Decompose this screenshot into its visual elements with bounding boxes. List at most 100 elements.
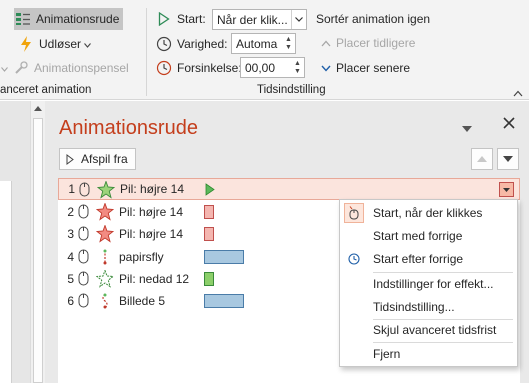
chevron-down-icon[interactable] <box>291 10 306 29</box>
item-number: 1 <box>68 182 75 196</box>
triangle-down-icon <box>503 187 510 192</box>
menu-item-label: Start, når der klikkes <box>373 206 483 220</box>
advanced-animation-group-label: anceret animation <box>0 84 92 96</box>
move-up-button[interactable] <box>471 148 493 170</box>
reorder-title: Sortér animation igen <box>316 8 430 30</box>
item-name: Pil: højre 14 <box>119 227 184 241</box>
delay-clock-icon <box>155 59 173 77</box>
timeline-bar[interactable] <box>204 205 214 219</box>
spin-arrows-icon[interactable]: ▲ ▼ <box>291 58 304 77</box>
move-earlier-button[interactable]: Placer tidligere <box>320 32 415 54</box>
menu-item-start-with-previous[interactable]: Start med forrige <box>340 225 517 247</box>
menu-item-effect-options[interactable]: Indstillinger for effekt... <box>340 273 517 295</box>
mouse-icon <box>78 204 89 219</box>
menu-item-label: Start efter forrige <box>373 252 464 266</box>
menu-item-label: Fjern <box>373 347 401 361</box>
item-dropdown-button[interactable] <box>499 182 514 197</box>
mouse-icon <box>79 182 90 197</box>
triangle-up-icon <box>477 156 487 162</box>
delay-label-row: Forsinkelse: <box>155 57 242 79</box>
move-earlier-label: Placer tidligere <box>336 36 416 50</box>
clock-icon <box>344 249 364 269</box>
move-later-label: Placer senere <box>336 61 411 75</box>
play-icon <box>66 153 74 165</box>
play-marker-icon <box>205 183 215 196</box>
reorder-title-label: Sortér animation igen <box>316 12 431 26</box>
exit-star-icon <box>96 225 114 243</box>
trigger-label: Udløser <box>39 37 82 51</box>
item-name: papirsfly <box>119 250 164 264</box>
menu-item-start-after-previous[interactable]: Start efter forrige <box>340 248 517 270</box>
timeline-bar[interactable] <box>204 294 244 308</box>
menu-item-start-on-click[interactable]: Start, når der klikkes <box>340 202 517 224</box>
delay-stepper[interactable]: 00,00 ▲ ▼ <box>240 57 305 78</box>
item-number: 5 <box>67 272 74 286</box>
animation-painter-label: Animationspensel <box>34 61 129 75</box>
animation-pane-button[interactable]: Animationsrude <box>14 8 124 30</box>
item-name: Pil: højre 14 <box>119 205 184 219</box>
duration-value: Automa <box>236 36 278 51</box>
animation-pane-label: Animationsrude <box>36 12 120 26</box>
chevron-down-icon <box>84 37 91 51</box>
item-number: 2 <box>67 205 74 219</box>
collapse-ribbon-icon[interactable] <box>513 86 523 97</box>
scroll-up-icon[interactable] <box>33 103 43 113</box>
context-menu: Start, når der klikkes Start med forrige… <box>339 199 518 367</box>
entrance-star-outline-icon <box>96 270 114 288</box>
duration-label: Varighed: <box>177 37 228 51</box>
mouse-icon <box>78 249 89 264</box>
timeline-bar[interactable] <box>204 227 214 241</box>
chevron-up-icon <box>320 34 332 52</box>
spin-arrows-icon[interactable]: ▲ ▼ <box>282 34 295 53</box>
close-icon[interactable] <box>502 116 516 130</box>
motion-path-icon <box>102 293 108 309</box>
item-name: Billede 5 <box>119 294 166 308</box>
move-down-button[interactable] <box>497 148 519 170</box>
pane-title: Animationsrude <box>59 117 198 139</box>
animation-pane-icon <box>14 10 32 28</box>
move-later-button[interactable]: Placer senere <box>320 57 410 79</box>
duration-stepper[interactable]: Automa ▲ ▼ <box>231 33 296 54</box>
item-name: Pil: højre 14 <box>120 182 185 196</box>
mouse-icon <box>78 271 89 286</box>
trigger-button[interactable]: Udløser <box>17 33 91 55</box>
delay-label: Forsinkelse: <box>177 61 242 75</box>
menu-item-hide-advanced-timeline[interactable]: Skjul avanceret tidsfrist <box>340 319 517 341</box>
vertical-scrollbar[interactable] <box>30 101 45 383</box>
start-dropdown[interactable]: Når der klik... <box>212 9 307 30</box>
menu-item-label: Indstillinger for effekt... <box>373 277 494 291</box>
start-label: Start: <box>177 12 206 26</box>
exit-star-icon <box>96 203 114 221</box>
mouse-icon <box>78 293 89 308</box>
timing-group-label: Tidsindstilling <box>257 84 326 96</box>
start-label-row: Start: <box>155 8 206 30</box>
lightning-icon <box>17 35 35 53</box>
menu-item-label: Start med forrige <box>373 229 463 243</box>
paintbrush-icon <box>12 59 30 77</box>
delay-value: 00,00 <box>245 60 276 75</box>
scrollbar-thumb[interactable] <box>33 118 43 383</box>
slide-canvas[interactable] <box>0 181 12 383</box>
mouse-icon <box>78 226 89 241</box>
play-from-label: Afspil fra <box>81 152 128 166</box>
menu-item-timing[interactable]: Tidsindstilling... <box>340 296 517 318</box>
menu-item-remove[interactable]: Fjern <box>340 343 517 365</box>
duration-label-row: Varighed: <box>155 33 227 55</box>
item-number: 6 <box>67 294 74 308</box>
group-divider <box>146 8 147 96</box>
animation-item[interactable]: 1 Pil: højre 14 <box>58 178 520 200</box>
chevron-down-icon <box>320 59 332 77</box>
triangle-down-icon <box>503 156 513 162</box>
timeline-bar[interactable] <box>204 272 214 286</box>
chevron-down-icon <box>1 61 8 75</box>
play-icon <box>155 10 173 28</box>
timeline-bar[interactable] <box>204 250 244 264</box>
entrance-star-icon <box>97 181 115 199</box>
ribbon: Animationsrude Udløser Animationspensel … <box>0 0 529 100</box>
pane-options-icon[interactable] <box>462 121 472 132</box>
item-number: 3 <box>67 227 74 241</box>
play-from-button[interactable]: Afspil fra <box>59 148 136 170</box>
animation-painter-button[interactable]: Animationspensel <box>1 57 129 79</box>
mouse-click-icon <box>344 203 364 223</box>
clock-icon <box>155 35 173 53</box>
